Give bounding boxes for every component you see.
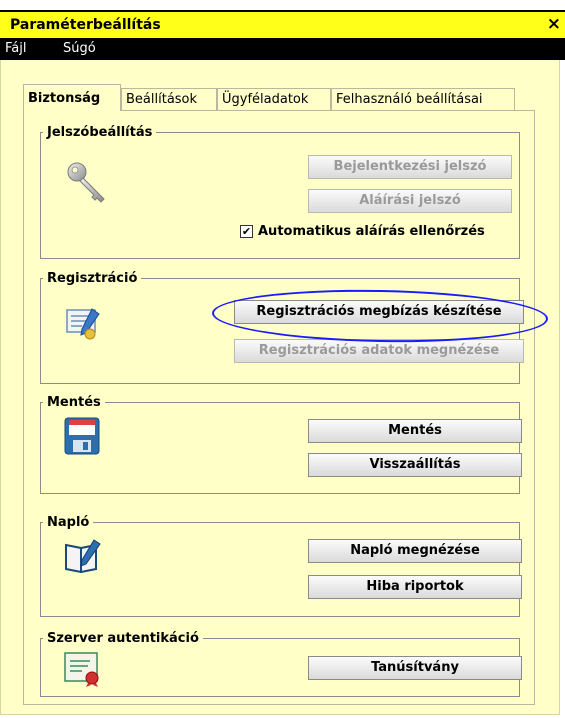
view-log-button[interactable]: Napló megnézése [308,539,522,563]
view-registration-data-button[interactable]: Regisztrációs adatok megnézése [234,339,524,363]
certificate-button[interactable]: Tanúsítvány [308,656,522,680]
signing-password-button[interactable]: Aláírási jelszó [308,189,512,213]
menu-item-help[interactable]: Súgó [63,38,96,56]
tab-security[interactable]: Biztonság [23,84,121,111]
menu-bar: Fájl Súgó [0,38,565,60]
title-bar: Paraméterbeállítás × [0,10,565,38]
group-backup-legend: Mentés [47,395,101,410]
tab-client-data[interactable]: Ügyféladatok [217,88,331,110]
group-registration-legend: Regisztráció [47,271,138,286]
key-icon [67,162,105,203]
group-password-legend: Jelszóbeállítás [47,125,153,140]
certificate-document-icon [66,308,100,340]
tab-panel-security: Jelszóbeállítás Bejelentkezési jelszó Al… [23,110,535,705]
save-button[interactable]: Mentés [308,419,522,443]
tab-user-settings[interactable]: Felhasználó beállításai [331,88,515,110]
certificate-icon [64,652,99,687]
dialog-body: Biztonság Beállítások Ügyféladatok Felha… [0,60,560,715]
log-book-icon [65,539,101,573]
window-title: Paraméterbeállítás [10,17,161,33]
login-password-button[interactable]: Bejelentkezési jelszó [308,155,512,179]
error-reports-button[interactable]: Hiba riportok [308,575,522,599]
checkbox-checked-icon[interactable]: ✔ [240,225,253,238]
tab-settings[interactable]: Beállítások [121,88,217,110]
auto-signature-check-label: Automatikus aláírás ellenőrzés [258,224,485,239]
group-log-legend: Napló [47,515,90,530]
create-registration-mandate-button[interactable]: Regisztrációs megbízás készítése [234,300,524,324]
group-registration: Regisztráció [40,271,520,384]
restore-button[interactable]: Visszaállítás [308,453,522,477]
group-server-auth-legend: Szerver autentikáció [47,631,199,646]
group-log: Napló [40,515,520,617]
close-button[interactable]: × [547,14,561,34]
group-backup: Mentés [40,395,520,494]
auto-signature-check[interactable]: ✔ Automatikus aláírás ellenőrzés [240,224,520,240]
floppy-disk-icon [64,417,100,455]
menu-item-file[interactable]: Fájl [5,38,26,56]
